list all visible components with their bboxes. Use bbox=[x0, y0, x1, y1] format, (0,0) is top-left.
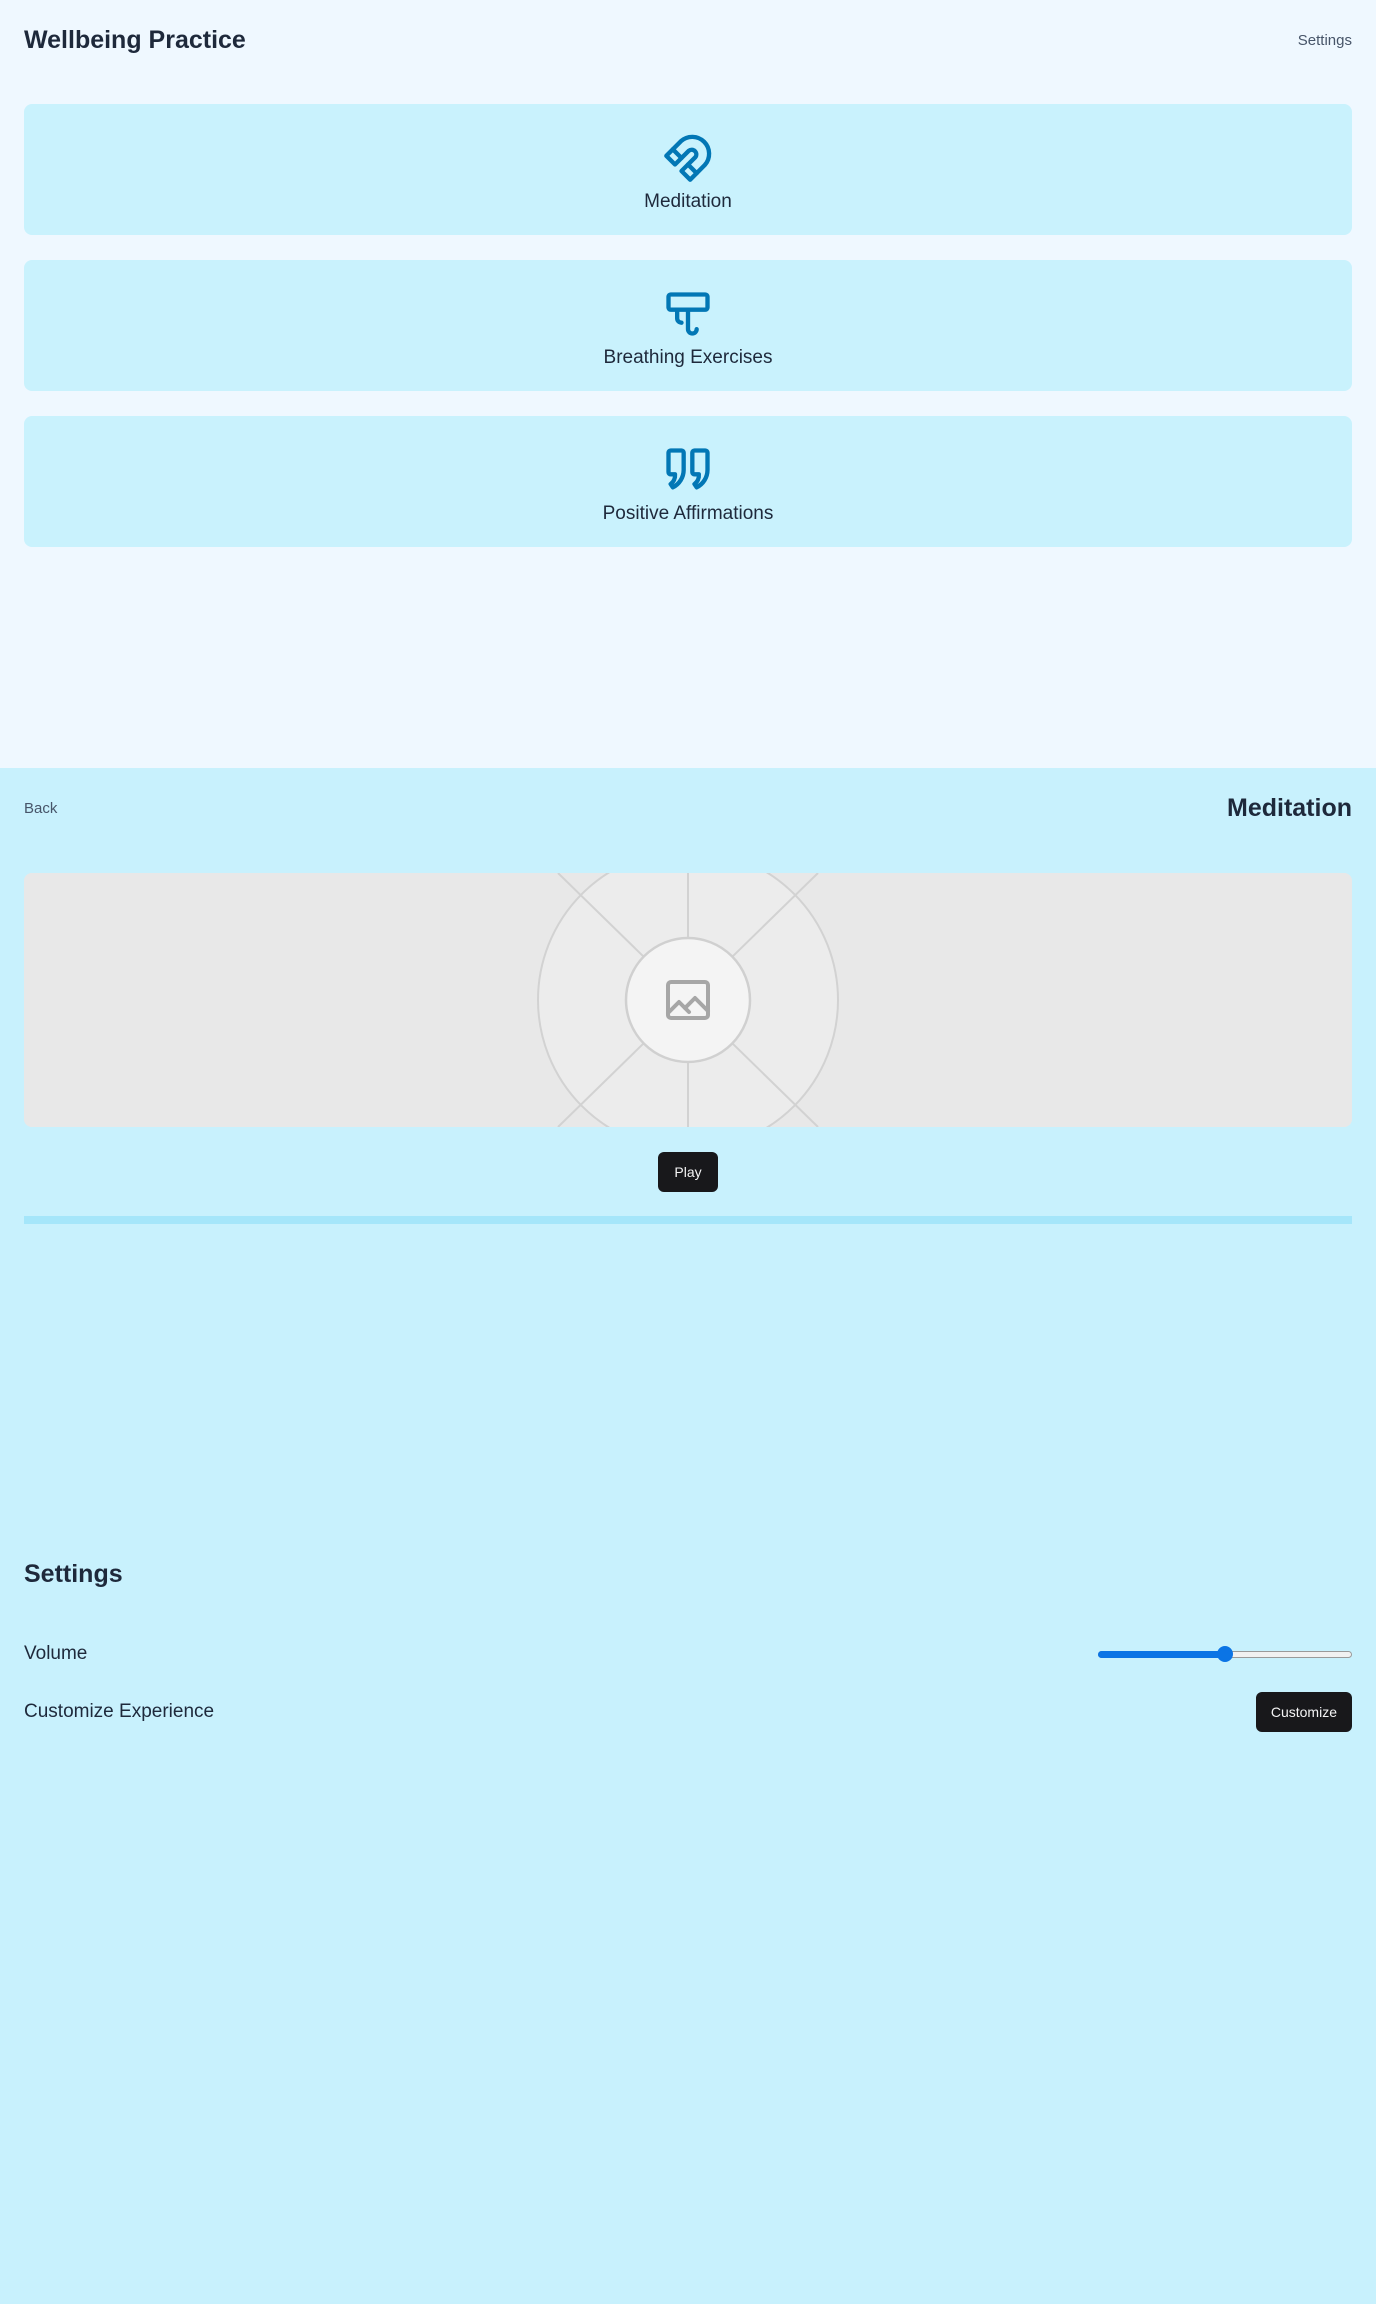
card-label: Meditation bbox=[644, 191, 732, 212]
meditation-title: Meditation bbox=[1227, 793, 1352, 822]
slider-thumb[interactable] bbox=[1217, 1646, 1233, 1662]
card-label: Positive Affirmations bbox=[602, 503, 774, 524]
customize-button[interactable]: Customize bbox=[1255, 1692, 1352, 1732]
app-title: Wellbeing Practice bbox=[24, 25, 246, 54]
volume-row: Volume bbox=[24, 1634, 1352, 1674]
customize-label: Customize Experience bbox=[24, 1701, 215, 1722]
play-button[interactable]: Play bbox=[658, 1152, 718, 1192]
meditation-media bbox=[24, 873, 1352, 1127]
meditation-progress-bar bbox=[24, 1216, 1352, 1224]
card-label: Breathing Exercises bbox=[603, 347, 773, 368]
card-meditation[interactable]: Meditation bbox=[24, 104, 1352, 235]
customize-row: Customize Experience Customize bbox=[24, 1692, 1352, 1732]
volume-slider[interactable] bbox=[1098, 1646, 1352, 1662]
meditation-header: Back Meditation bbox=[24, 790, 1352, 826]
home-screen: Wellbeing Practice Settings Meditation B… bbox=[0, 0, 1376, 768]
quote-icon bbox=[666, 448, 710, 490]
settings-screen: Settings Volume Customize Experience Cus… bbox=[0, 1536, 1376, 2304]
slider-fill bbox=[1098, 1651, 1225, 1658]
wind-tap-icon bbox=[666, 292, 710, 336]
meditation-screen: Back Meditation Play bbox=[0, 768, 1376, 1536]
settings-link[interactable]: Settings bbox=[1298, 32, 1352, 49]
settings-title: Settings bbox=[24, 1560, 123, 1588]
practice-card-list: Meditation Breathing Exercises Positive … bbox=[24, 104, 1352, 547]
home-header: Wellbeing Practice Settings bbox=[24, 22, 1352, 58]
back-link[interactable]: Back bbox=[24, 800, 57, 817]
card-breathing-exercises[interactable]: Breathing Exercises bbox=[24, 260, 1352, 391]
volume-label: Volume bbox=[24, 1643, 88, 1664]
card-positive-affirmations[interactable]: Positive Affirmations bbox=[24, 416, 1352, 547]
image-placeholder bbox=[24, 873, 1352, 1127]
magnet-icon bbox=[664, 134, 712, 182]
